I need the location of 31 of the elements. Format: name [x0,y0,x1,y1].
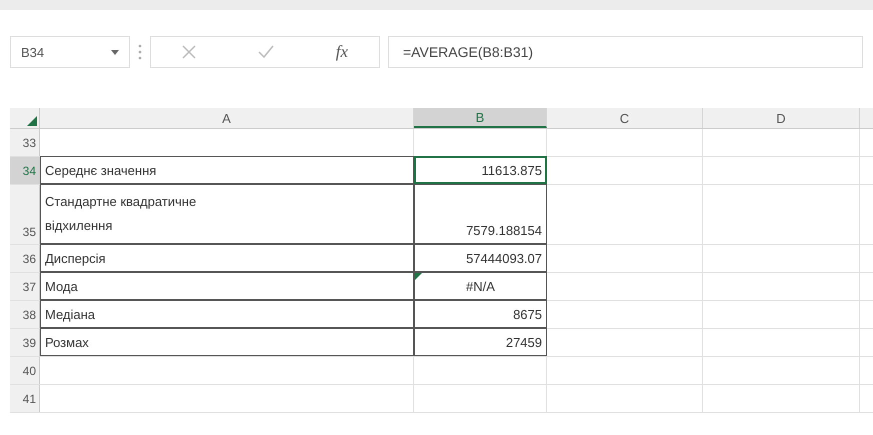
cell-text: 57444093.07 [466,250,542,266]
cell-text: 8675 [513,306,542,322]
row-header[interactable]: 40 [10,357,40,384]
cell-text: Медіана [45,306,96,322]
cell-text: Розмах [45,334,89,350]
column-header[interactable]: C [547,108,703,128]
cell-text: #N/A [466,278,495,294]
row-header[interactable]: 38 [10,301,40,328]
row-header[interactable]: 36 [10,245,40,272]
drag-handle-icon [138,44,142,60]
dropdown-caret-icon[interactable] [111,50,119,54]
insert-function-button[interactable]: fx [336,42,348,62]
row-header[interactable]: 39 [10,329,40,356]
cell-text: 27459 [506,334,542,350]
row-header[interactable]: 37 [10,273,40,300]
cell-text: 11613.875 [482,162,542,178]
row-header[interactable]: 35 [10,185,40,244]
row-header[interactable]: 41 [10,385,40,412]
cell-text: 7579.188154 [466,223,542,238]
formula-field[interactable]: =AVERAGE(B8:B31) [388,36,863,68]
cell-text: Середнє значення [45,162,156,178]
column-header[interactable]: D [703,108,860,128]
row-header[interactable]: 33 [10,129,40,156]
column-header[interactable]: B [414,108,547,128]
cell-text: Мода [45,278,78,294]
select-all-icon[interactable] [27,116,37,126]
cell-text: Дисперсія [45,250,106,266]
cell-reference: B34 [21,44,44,60]
row-header[interactable]: 34 [10,157,40,184]
cell-text: Стандартне квадратичне відхилення [45,193,198,235]
name-box[interactable]: B34 [10,36,130,68]
